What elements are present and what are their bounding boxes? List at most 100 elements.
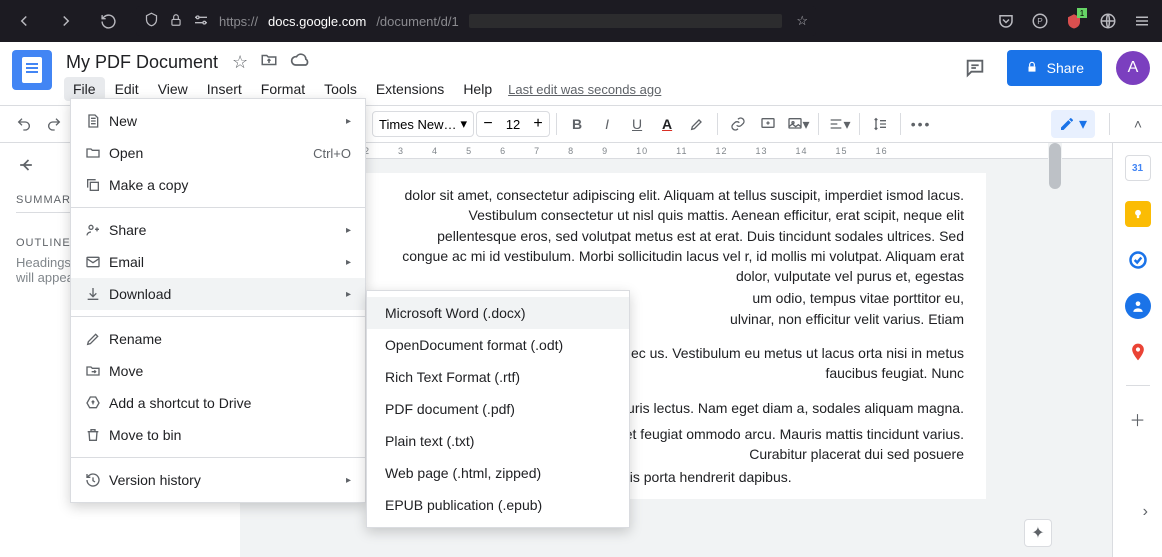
download-pdf[interactable]: PDF document (.pdf): [367, 393, 629, 425]
file-menu-move[interactable]: Move: [71, 355, 365, 387]
shield-icon: [144, 12, 159, 30]
tasks-icon[interactable]: [1125, 247, 1151, 273]
menu-extensions[interactable]: Extensions: [367, 77, 453, 101]
insert-comment-button[interactable]: [754, 110, 782, 138]
reload-button[interactable]: [94, 7, 122, 35]
download-submenu: Microsoft Word (.docx) OpenDocument form…: [366, 290, 630, 528]
separator: [859, 113, 860, 135]
drive-shortcut-icon: [85, 395, 109, 411]
star-icon[interactable]: ☆: [232, 52, 248, 73]
font-size-minus[interactable]: −: [477, 115, 499, 133]
lock-icon: [169, 13, 183, 30]
bookmark-star-icon[interactable]: ☆: [796, 13, 808, 29]
avatar[interactable]: A: [1116, 51, 1150, 85]
move-icon: [85, 363, 109, 379]
extension-globe-icon[interactable]: [1098, 11, 1118, 31]
email-icon: [85, 254, 109, 270]
copy-icon: [85, 177, 109, 193]
collapse-toolbar-button[interactable]: ˄: [1124, 110, 1152, 138]
download-epub[interactable]: EPUB publication (.epub): [367, 489, 629, 521]
url-scheme: https://: [219, 14, 258, 29]
undo-button[interactable]: [10, 110, 38, 138]
separator: [556, 113, 557, 135]
folder-icon: [85, 145, 109, 161]
account-icon[interactable]: P: [1030, 11, 1050, 31]
font-size-control: − 12 +: [476, 111, 550, 137]
file-menu-open[interactable]: OpenCtrl+O: [71, 137, 365, 169]
keep-icon[interactable]: [1125, 201, 1151, 227]
history-icon: [85, 472, 109, 488]
file-menu-move-to-bin[interactable]: Move to bin: [71, 419, 365, 451]
font-size-plus[interactable]: +: [527, 115, 549, 133]
url-path: /document/d/1: [376, 14, 458, 29]
file-menu-make-copy[interactable]: Make a copy: [71, 169, 365, 201]
file-menu-version-history[interactable]: Version history▸: [71, 464, 365, 496]
line-spacing-button[interactable]: [866, 110, 894, 138]
cloud-status-icon[interactable]: [290, 50, 310, 75]
separator: [818, 113, 819, 135]
privacy-badger-icon[interactable]: 1: [1064, 11, 1084, 31]
bold-button[interactable]: B: [563, 110, 591, 138]
back-button[interactable]: [10, 7, 38, 35]
browser-toolbar: https:// docs.google.com/document/d/1 ☆ P…: [0, 0, 1162, 42]
file-menu-download[interactable]: Download▸: [71, 278, 365, 310]
file-menu-add-shortcut[interactable]: Add a shortcut to Drive: [71, 387, 365, 419]
file-menu-new[interactable]: New▸: [71, 105, 365, 137]
insert-image-button[interactable]: ▾: [784, 110, 812, 138]
document-icon: [85, 113, 109, 129]
separator: [717, 113, 718, 135]
file-menu-rename[interactable]: Rename: [71, 323, 365, 355]
docs-logo[interactable]: [12, 50, 52, 90]
separator: [1109, 113, 1110, 135]
contacts-icon[interactable]: [1125, 293, 1151, 319]
download-docx[interactable]: Microsoft Word (.docx): [367, 297, 629, 329]
hamburger-menu-icon[interactable]: [1132, 11, 1152, 31]
file-menu-share[interactable]: Share▸: [71, 214, 365, 246]
document-title[interactable]: My PDF Document: [64, 50, 220, 75]
more-button[interactable]: •••: [907, 110, 935, 138]
font-size-value[interactable]: 12: [499, 117, 527, 132]
comments-button[interactable]: [957, 50, 993, 86]
italic-button[interactable]: I: [593, 110, 621, 138]
rename-icon: [85, 331, 109, 347]
scrollbar[interactable]: [1048, 143, 1062, 557]
pocket-icon[interactable]: [996, 11, 1016, 31]
scrollbar-thumb[interactable]: [1049, 143, 1061, 189]
share-button[interactable]: Share: [1007, 50, 1102, 86]
download-txt[interactable]: Plain text (.txt): [367, 425, 629, 457]
share-icon: [85, 222, 109, 238]
file-menu-email[interactable]: Email▸: [71, 246, 365, 278]
insert-link-button[interactable]: [724, 110, 752, 138]
highlight-button[interactable]: [683, 110, 711, 138]
maps-icon[interactable]: [1125, 339, 1151, 365]
align-button[interactable]: ▾: [825, 110, 853, 138]
text-color-button[interactable]: A: [653, 110, 681, 138]
share-label: Share: [1047, 60, 1084, 76]
editing-mode-button[interactable]: ▾: [1051, 110, 1095, 138]
svg-text:P: P: [1037, 17, 1043, 26]
back-arrow-icon[interactable]: [16, 155, 36, 180]
add-addon-icon[interactable]: ＋: [1125, 406, 1151, 432]
move-folder-icon[interactable]: [260, 51, 278, 74]
doc-text: dolor sit amet, consectetur adipiscing e…: [388, 185, 964, 286]
ruler[interactable]: 12345678910111213141516: [240, 143, 1112, 159]
explore-button[interactable]: ✦: [1024, 519, 1052, 547]
download-html[interactable]: Web page (.html, zipped): [367, 457, 629, 489]
separator: [900, 113, 901, 135]
forward-button[interactable]: [52, 7, 80, 35]
font-selector[interactable]: Times New…▾: [372, 111, 474, 137]
address-bar[interactable]: https:// docs.google.com/document/d/1 ☆: [136, 6, 816, 36]
url-domain: docs.google.com: [268, 14, 366, 29]
underline-button[interactable]: U: [623, 110, 651, 138]
calendar-icon[interactable]: 31: [1125, 155, 1151, 181]
download-odt[interactable]: OpenDocument format (.odt): [367, 329, 629, 361]
last-edit-link[interactable]: Last edit was seconds ago: [508, 82, 661, 97]
side-panel: 31 ＋: [1112, 143, 1162, 557]
menu-help[interactable]: Help: [454, 77, 501, 101]
side-panel-collapse-icon[interactable]: ›: [1143, 503, 1148, 521]
download-rtf[interactable]: Rich Text Format (.rtf): [367, 361, 629, 393]
redo-button[interactable]: [40, 110, 68, 138]
file-menu: New▸ OpenCtrl+O Make a copy Share▸ Email…: [70, 98, 366, 503]
permissions-icon: [193, 12, 209, 31]
docs-header: My PDF Document ☆ File Edit View Insert …: [0, 42, 1162, 101]
